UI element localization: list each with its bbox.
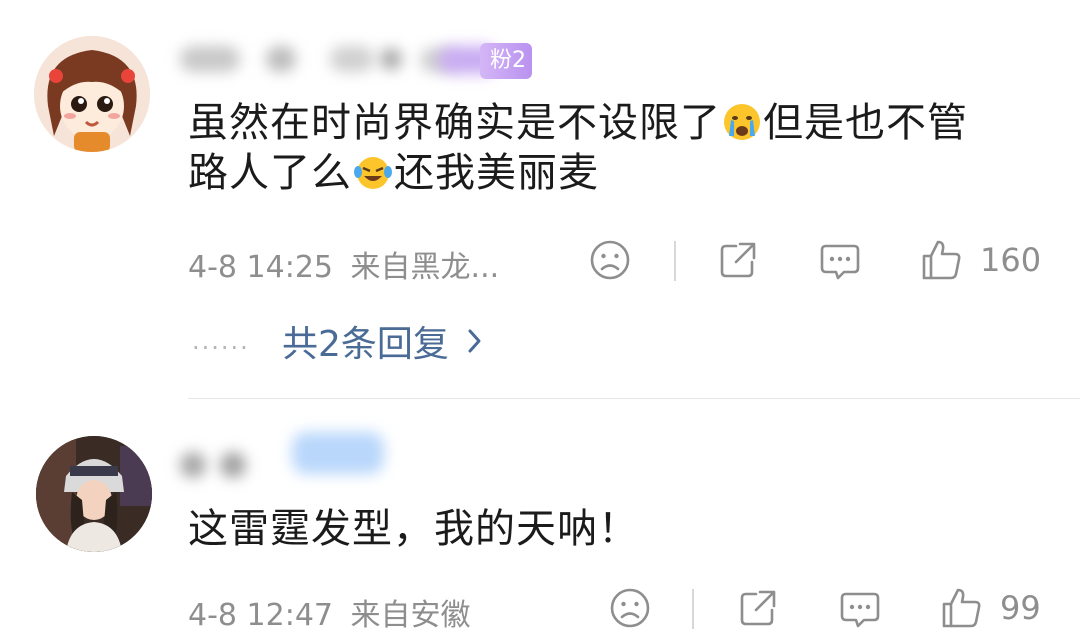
- avatar[interactable]: [36, 436, 152, 552]
- reply-summary: ...... 共2条回复: [192, 316, 483, 366]
- thumbs-up-icon: [922, 240, 961, 280]
- share-button[interactable]: [736, 586, 780, 630]
- comment-meta: 4-8 14:25 来自黑龙...: [188, 242, 499, 286]
- share-button[interactable]: [716, 238, 760, 282]
- sad-face-icon: [590, 240, 630, 280]
- blurred-name-part: [180, 452, 206, 478]
- like-count: 99: [1000, 589, 1041, 627]
- view-replies-label: 共2条回复: [282, 324, 449, 365]
- share-icon: [740, 590, 776, 626]
- blurred-name-part: [266, 46, 296, 72]
- like-button[interactable]: 99: [940, 586, 1041, 630]
- action-divider: [692, 589, 694, 629]
- blurred-name-part: [180, 46, 240, 72]
- thumbs-up-icon: [942, 588, 981, 628]
- sad-face-icon: [610, 588, 650, 628]
- comment-text-part: 虽然在时尚界确实是不设限了: [188, 100, 721, 146]
- view-replies-link[interactable]: 共2条回复: [282, 315, 483, 367]
- fan-badge: 粉2: [480, 43, 532, 79]
- comment-text-part: 但是也不管: [763, 100, 968, 146]
- comment-time: 4-8 14:25: [188, 250, 333, 285]
- chevron-right-icon: [468, 329, 481, 353]
- comment-meta: 4-8 12:47 来自安徽: [188, 590, 471, 634]
- comment-text: 这雷霆发型，我的天呐！: [188, 506, 639, 552]
- comment-icon: [840, 592, 880, 628]
- comment-time: 4-8 12:47: [188, 598, 333, 633]
- comment-divider: [188, 398, 1080, 399]
- laughing-crying-face-emoji-icon: [354, 157, 392, 189]
- comment-text-part: 还我美丽麦: [394, 150, 599, 196]
- blurred-name-part: [292, 432, 384, 474]
- comment-item: 这雷霆发型，我的天呐！ 4-8 12:47 来自安徽 99: [0, 400, 1080, 635]
- like-button[interactable]: 160: [920, 238, 1041, 282]
- avatar-photo-icon: [36, 436, 152, 552]
- dislike-button[interactable]: [588, 238, 632, 282]
- avatar-cartoon-girl-icon: [34, 36, 150, 152]
- comment-location: 来自安徽: [350, 598, 471, 633]
- blurred-name-part: [330, 46, 374, 72]
- avatar[interactable]: [34, 36, 150, 152]
- blurred-name-part: [220, 452, 246, 478]
- comment-text-part: 路人了么: [188, 150, 352, 196]
- reply-button[interactable]: [838, 586, 882, 630]
- dislike-button[interactable]: [608, 586, 652, 630]
- action-divider: [674, 241, 676, 281]
- blurred-name-part: [380, 48, 402, 70]
- crying-face-emoji-icon: [724, 104, 760, 140]
- comment-text: 虽然在时尚界确实是不设限了 但是也不管路人了么 还我美丽麦: [188, 98, 1048, 198]
- like-count: 160: [980, 241, 1042, 279]
- share-icon: [720, 242, 756, 278]
- comment-location: 来自黑龙...: [350, 250, 500, 285]
- comment-item: 粉2 虽然在时尚界确实是不设限了 但是也不管路人了么 还我美丽麦 4-8 14:…: [0, 0, 1080, 400]
- reply-button[interactable]: [818, 238, 862, 282]
- reply-dots: ......: [192, 327, 250, 355]
- comment-icon: [820, 244, 860, 280]
